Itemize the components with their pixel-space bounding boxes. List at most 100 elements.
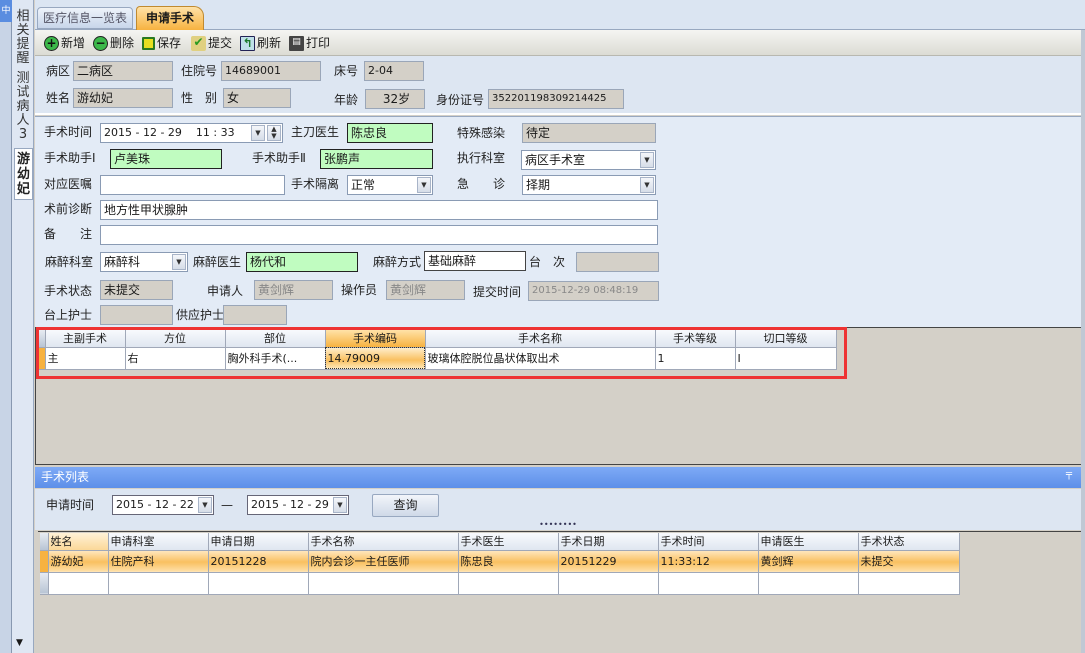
id-field: 352201198309214425 — [488, 89, 624, 109]
chevron-down-icon[interactable]: ▼ — [172, 254, 186, 270]
chevron-down-icon[interactable]: ▼ — [640, 152, 654, 168]
anes-method-label: 麻醉方式 — [373, 255, 422, 269]
print-button[interactable]: ▤ 打印 — [289, 33, 330, 53]
grid-cell[interactable]: 陈忠良 — [458, 550, 559, 573]
submit-label: 提交 — [208, 36, 233, 50]
grid-cell[interactable]: 20151228 — [208, 550, 309, 573]
grid-cell[interactable] — [758, 572, 859, 595]
isolation-label: 手术隔离 — [291, 177, 340, 191]
anes-dept-select[interactable]: 麻醉科 ▼ — [100, 252, 188, 272]
delete-button[interactable]: − 删除 — [93, 33, 134, 53]
emergency-select[interactable]: 择期 ▼ — [522, 175, 656, 195]
order-input[interactable] — [100, 175, 285, 195]
submit-time-field: 2015-12-29 08:48:19 — [528, 281, 659, 301]
dept-select[interactable]: 病区手术室 ▼ — [521, 150, 656, 170]
name-label: 姓名 — [46, 91, 71, 105]
grid-cell[interactable] — [658, 572, 759, 595]
grid-cell[interactable] — [458, 572, 559, 595]
chevron-down-icon[interactable]: ▼ — [640, 177, 654, 193]
tab-apply-surgery[interactable]: 申请手术 — [136, 6, 204, 30]
table-row-empty[interactable] — [40, 572, 960, 595]
grid-cell[interactable] — [858, 572, 960, 595]
grid-cell[interactable] — [208, 572, 309, 595]
column-header[interactable]: 手术名称 — [308, 533, 459, 551]
delete-label: 删除 — [110, 36, 135, 50]
ward-field: 二病区 — [73, 61, 173, 81]
row-indicator — [40, 572, 49, 595]
grid-cell[interactable]: 游幼妃 — [48, 550, 109, 573]
remark-input[interactable] — [100, 225, 658, 245]
submit-button[interactable]: ✔ 提交 — [191, 33, 232, 53]
date-to-picker[interactable]: 2015 - 12 - 29 ▼ — [247, 495, 349, 515]
grid-cell[interactable]: 院内会诊一主任医师 — [308, 550, 459, 573]
grid-cell[interactable]: 黄剑辉 — [758, 550, 859, 573]
query-button[interactable]: 查询 — [372, 494, 439, 517]
column-header[interactable]: 手术日期 — [558, 533, 659, 551]
column-header[interactable]: 手术状态 — [858, 533, 960, 551]
grid-cell[interactable]: 20151229 — [558, 550, 659, 573]
tab-medical-info[interactable]: 医疗信息一览表 — [37, 7, 133, 29]
admission-field: 14689001 — [221, 61, 321, 81]
apply-time-label: 申请时间 — [46, 498, 95, 512]
side-tab-reminders[interactable]: 相关提醒 — [15, 10, 31, 66]
refresh-button[interactable]: ↰ 刷新 — [240, 33, 281, 53]
time-label: 手术时间 — [44, 125, 93, 139]
anes-method-input[interactable]: 基础麻醉 — [424, 251, 526, 271]
column-header[interactable]: 申请科室 — [108, 533, 209, 551]
id-label: 身份证号 — [436, 93, 485, 107]
sex-field: 女 — [223, 88, 291, 108]
infection-label: 特殊感染 — [457, 126, 506, 140]
right-scrollbar[interactable] — [1081, 30, 1085, 653]
chevron-down-icon[interactable]: ▼ — [198, 497, 212, 513]
grid-cell[interactable]: 未提交 — [858, 550, 960, 573]
spin-icon[interactable]: ▲ ▼ — [267, 125, 281, 141]
column-header[interactable]: 手术医生 — [458, 533, 559, 551]
splitter-handle[interactable]: •••••••• — [35, 521, 1081, 530]
grid-cell[interactable] — [558, 572, 659, 595]
ward-label: 病区 — [46, 64, 71, 78]
column-header[interactable]: 申请日期 — [208, 533, 309, 551]
grid-cell[interactable]: 11:33:12 — [658, 550, 759, 573]
save-button[interactable]: 保存 — [142, 33, 181, 53]
emergency-value: 择期 — [526, 178, 551, 192]
operator-label: 操作员 — [341, 283, 378, 297]
anes-doctor-field[interactable]: 杨代和 — [246, 252, 358, 272]
isolation-select[interactable]: 正常 ▼ — [347, 175, 433, 195]
table-no-field — [576, 252, 659, 272]
side-tab-active-patient[interactable]: 游幼妃 — [14, 148, 33, 200]
dropdown-icon[interactable]: ▼ — [251, 125, 265, 141]
operator-field: 黄剑辉 — [386, 280, 465, 300]
column-header[interactable]: 手术时间 — [658, 533, 759, 551]
chevron-down-icon[interactable]: ▼ — [417, 177, 431, 193]
status-label: 手术状态 — [44, 284, 93, 298]
surgeon-field[interactable]: 陈忠良 — [347, 123, 433, 143]
grid-cell[interactable] — [48, 572, 109, 595]
column-header[interactable]: 申请医生 — [758, 533, 859, 551]
column-header[interactable]: 姓名 — [48, 533, 109, 551]
grid-cell[interactable] — [108, 572, 209, 595]
pin-icon[interactable]: 中 — [0, 0, 12, 22]
diagnosis-input[interactable]: 地方性甲状腺肿 — [100, 200, 658, 220]
save-icon — [142, 36, 155, 50]
table-row[interactable]: 游幼妃 住院产科 20151228 院内会诊一主任医师 陈忠良 20151229 11:33… — [40, 550, 960, 573]
date-to-value: 2015 - 12 - 29 — [251, 498, 329, 511]
chevron-down-icon[interactable]: ▼ — [333, 497, 347, 513]
refresh-icon: ↰ — [240, 35, 255, 51]
scroll-down-icon[interactable]: ▼ — [16, 638, 23, 648]
side-tab-test-patient[interactable]: 测试病人3 — [15, 72, 31, 142]
emergency-label: 急 诊 — [457, 177, 506, 191]
nurse-field — [100, 305, 173, 325]
asst1-field[interactable]: 卢美珠 — [110, 149, 222, 169]
remark-label: 备 注 — [44, 227, 93, 241]
surgery-time-picker[interactable]: 2015 - 12 - 29 11 : 33 ▼ ▲ ▼ — [100, 123, 283, 143]
grid-cell[interactable] — [308, 572, 459, 595]
infection-field: 待定 — [522, 123, 656, 143]
add-button[interactable]: + 新增 — [44, 33, 85, 53]
asst2-field[interactable]: 张鹏声 — [320, 149, 433, 169]
grid-cell[interactable]: 住院产科 — [108, 550, 209, 573]
date-from-value: 2015 - 12 - 22 — [116, 498, 194, 511]
pin-icon[interactable]: ╤ — [1066, 469, 1072, 480]
surgery-list-header: 手术列表 — [35, 467, 1081, 488]
date-from-picker[interactable]: 2015 - 12 - 22 ▼ — [112, 495, 214, 515]
dept-value: 病区手术室 — [525, 153, 586, 167]
